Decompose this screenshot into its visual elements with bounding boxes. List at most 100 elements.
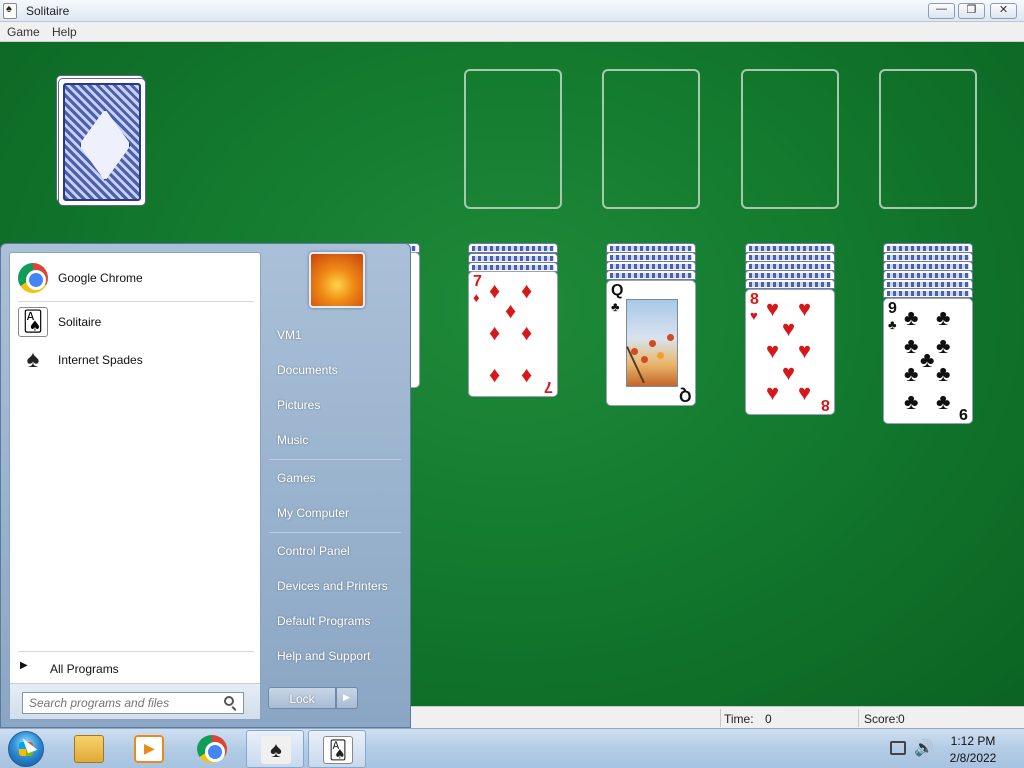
club-icon: ♣	[904, 389, 919, 414]
close-button[interactable]: ✕	[990, 3, 1017, 19]
heart-icon: ♥	[766, 296, 780, 321]
search-input[interactable]	[22, 692, 244, 714]
card-rank: 7	[544, 378, 553, 395]
desktop: Solitaire — ❐ ✕ Game Help 7 ♦ ♦ ♦ ♦ ♦ ♦ …	[0, 0, 1024, 768]
start-link-help-support[interactable]: Help and Support	[267, 641, 405, 671]
heart-icon: ♥	[798, 296, 812, 321]
maximize-button[interactable]: ❐	[958, 3, 985, 19]
taskbar-explorer[interactable]	[60, 730, 118, 768]
taskbar-internet-spades[interactable]: ♠	[246, 730, 304, 768]
chrome-icon	[197, 735, 227, 763]
solitaire-icon: 🂡	[18, 307, 48, 337]
start-link-devices-printers[interactable]: Devices and Printers	[267, 571, 405, 601]
foundation-slot-2[interactable]	[602, 69, 700, 209]
foundation-slot-1[interactable]	[464, 69, 562, 209]
tableau-card-queen-clubs[interactable]: Q ♣ Q	[606, 280, 696, 406]
heart-icon: ♥	[766, 338, 780, 363]
user-avatar[interactable]	[309, 252, 365, 308]
club-icon: ♣	[936, 389, 951, 414]
tableau-card-9-clubs[interactable]: 9 ♣ ♣ ♣ ♣ ♣ ♣ ♣ ♣ ♣ ♣ 9	[883, 298, 973, 424]
card-rank: 8	[821, 396, 830, 413]
stock-pile[interactable]	[58, 78, 146, 206]
tableau-hidden-card	[745, 279, 835, 289]
minimize-button[interactable]: —	[928, 3, 955, 19]
media-player-icon	[134, 735, 164, 763]
diamond-icon: ♦	[489, 362, 501, 387]
search-area	[10, 683, 260, 719]
tableau-hidden-card	[468, 243, 558, 253]
card-rank: 7	[473, 273, 482, 290]
start-link-my-computer[interactable]: My Computer	[267, 498, 405, 528]
club-icon: ♣	[888, 317, 897, 332]
all-programs[interactable]: ▶ All Programs	[18, 657, 254, 681]
diamond-icon: ♦	[489, 320, 501, 345]
card-rank: 8	[750, 291, 759, 308]
club-icon: ♣	[936, 305, 951, 330]
queen-card-artwork	[626, 299, 678, 387]
solitaire-icon: 🂡	[323, 736, 353, 764]
start-link-music[interactable]: Music	[267, 425, 405, 455]
explorer-icon	[74, 735, 104, 763]
window-titlebar[interactable]: Solitaire — ❐ ✕	[0, 0, 1024, 22]
diamond-icon: ♦	[489, 278, 501, 303]
menu-game[interactable]: Game	[7, 25, 40, 39]
start-item-internet-spades[interactable]: ♠ Internet Spades	[16, 343, 254, 377]
heart-icon: ♥	[766, 380, 780, 405]
tableau-hidden-card	[606, 270, 696, 280]
lock-button[interactable]: Lock	[268, 687, 336, 709]
card-rank: Q	[611, 282, 624, 299]
score-value: 0	[898, 712, 905, 726]
taskbar-solitaire[interactable]: 🂡	[308, 730, 366, 768]
taskbar-media-player[interactable]	[120, 730, 178, 768]
minimize-icon: —	[936, 3, 947, 15]
tableau-card-7-diamonds[interactable]: 7 ♦ ♦ ♦ ♦ ♦ ♦ ♦ ♦ 7	[468, 271, 558, 397]
heart-icon: ♥	[750, 308, 758, 323]
heart-icon: ♥	[782, 360, 796, 385]
clock-time[interactable]: 1:12 PM	[938, 734, 1008, 748]
volume-icon[interactable]: 🔊	[914, 738, 934, 758]
search-icon[interactable]	[224, 696, 234, 706]
club-icon: ♣	[904, 305, 919, 330]
shutdown-options-arrow[interactable]	[336, 687, 358, 709]
diamond-icon: ♦	[473, 290, 480, 305]
start-item-google-chrome[interactable]: Google Chrome	[16, 261, 254, 295]
start-menu: Google Chrome 🂡 Solitaire ♠ Internet Spa…	[0, 243, 411, 728]
card-rank: Q	[678, 387, 691, 404]
foundation-slot-4[interactable]	[879, 69, 977, 209]
tableau-hidden-card	[883, 288, 973, 298]
start-link-pictures[interactable]: Pictures	[267, 390, 405, 420]
spades-icon: ♠	[26, 346, 40, 373]
start-item-label: Solitaire	[58, 315, 102, 329]
club-icon: ♣	[611, 299, 620, 314]
taskbar-chrome[interactable]	[183, 730, 241, 768]
club-icon: ♣	[936, 333, 951, 358]
start-menu-programs-pane: Google Chrome 🂡 Solitaire ♠ Internet Spa…	[9, 252, 261, 720]
club-icon: ♣	[936, 361, 951, 386]
diamond-icon: ♦	[521, 362, 533, 387]
start-link-default-programs[interactable]: Default Programs	[267, 606, 405, 636]
start-link-control-panel[interactable]: Control Panel	[267, 536, 405, 566]
diamond-icon: ♦	[521, 278, 533, 303]
score-label: Score:	[864, 712, 899, 726]
triangle-right-icon: ▶	[20, 660, 28, 671]
network-icon[interactable]	[890, 741, 906, 755]
chrome-icon	[18, 263, 48, 293]
card-rank: 9	[959, 405, 968, 422]
start-link-games[interactable]: Games	[267, 463, 405, 493]
card-rank: 9	[888, 300, 897, 317]
menu-help[interactable]: Help	[52, 25, 77, 39]
close-icon: ✕	[998, 4, 1009, 16]
start-link-documents[interactable]: Documents	[267, 355, 405, 385]
club-icon: ♣	[904, 333, 919, 358]
start-item-label: Internet Spades	[58, 353, 143, 367]
solitaire-app-icon	[3, 3, 17, 19]
start-item-solitaire[interactable]: 🂡 Solitaire	[16, 305, 254, 339]
clock-date[interactable]: 2/8/2022	[938, 751, 1008, 765]
club-icon: ♣	[904, 361, 919, 386]
foundation-slot-3[interactable]	[741, 69, 839, 209]
start-link-vm1[interactable]: VM1	[267, 320, 405, 350]
diamond-icon: ♦	[521, 320, 533, 345]
window-title: Solitaire	[26, 4, 70, 18]
tableau-card-8-hearts[interactable]: 8 ♥ ♥ ♥ ♥ ♥ ♥ ♥ ♥ ♥ 8	[745, 289, 835, 415]
all-programs-label: All Programs	[50, 662, 119, 676]
